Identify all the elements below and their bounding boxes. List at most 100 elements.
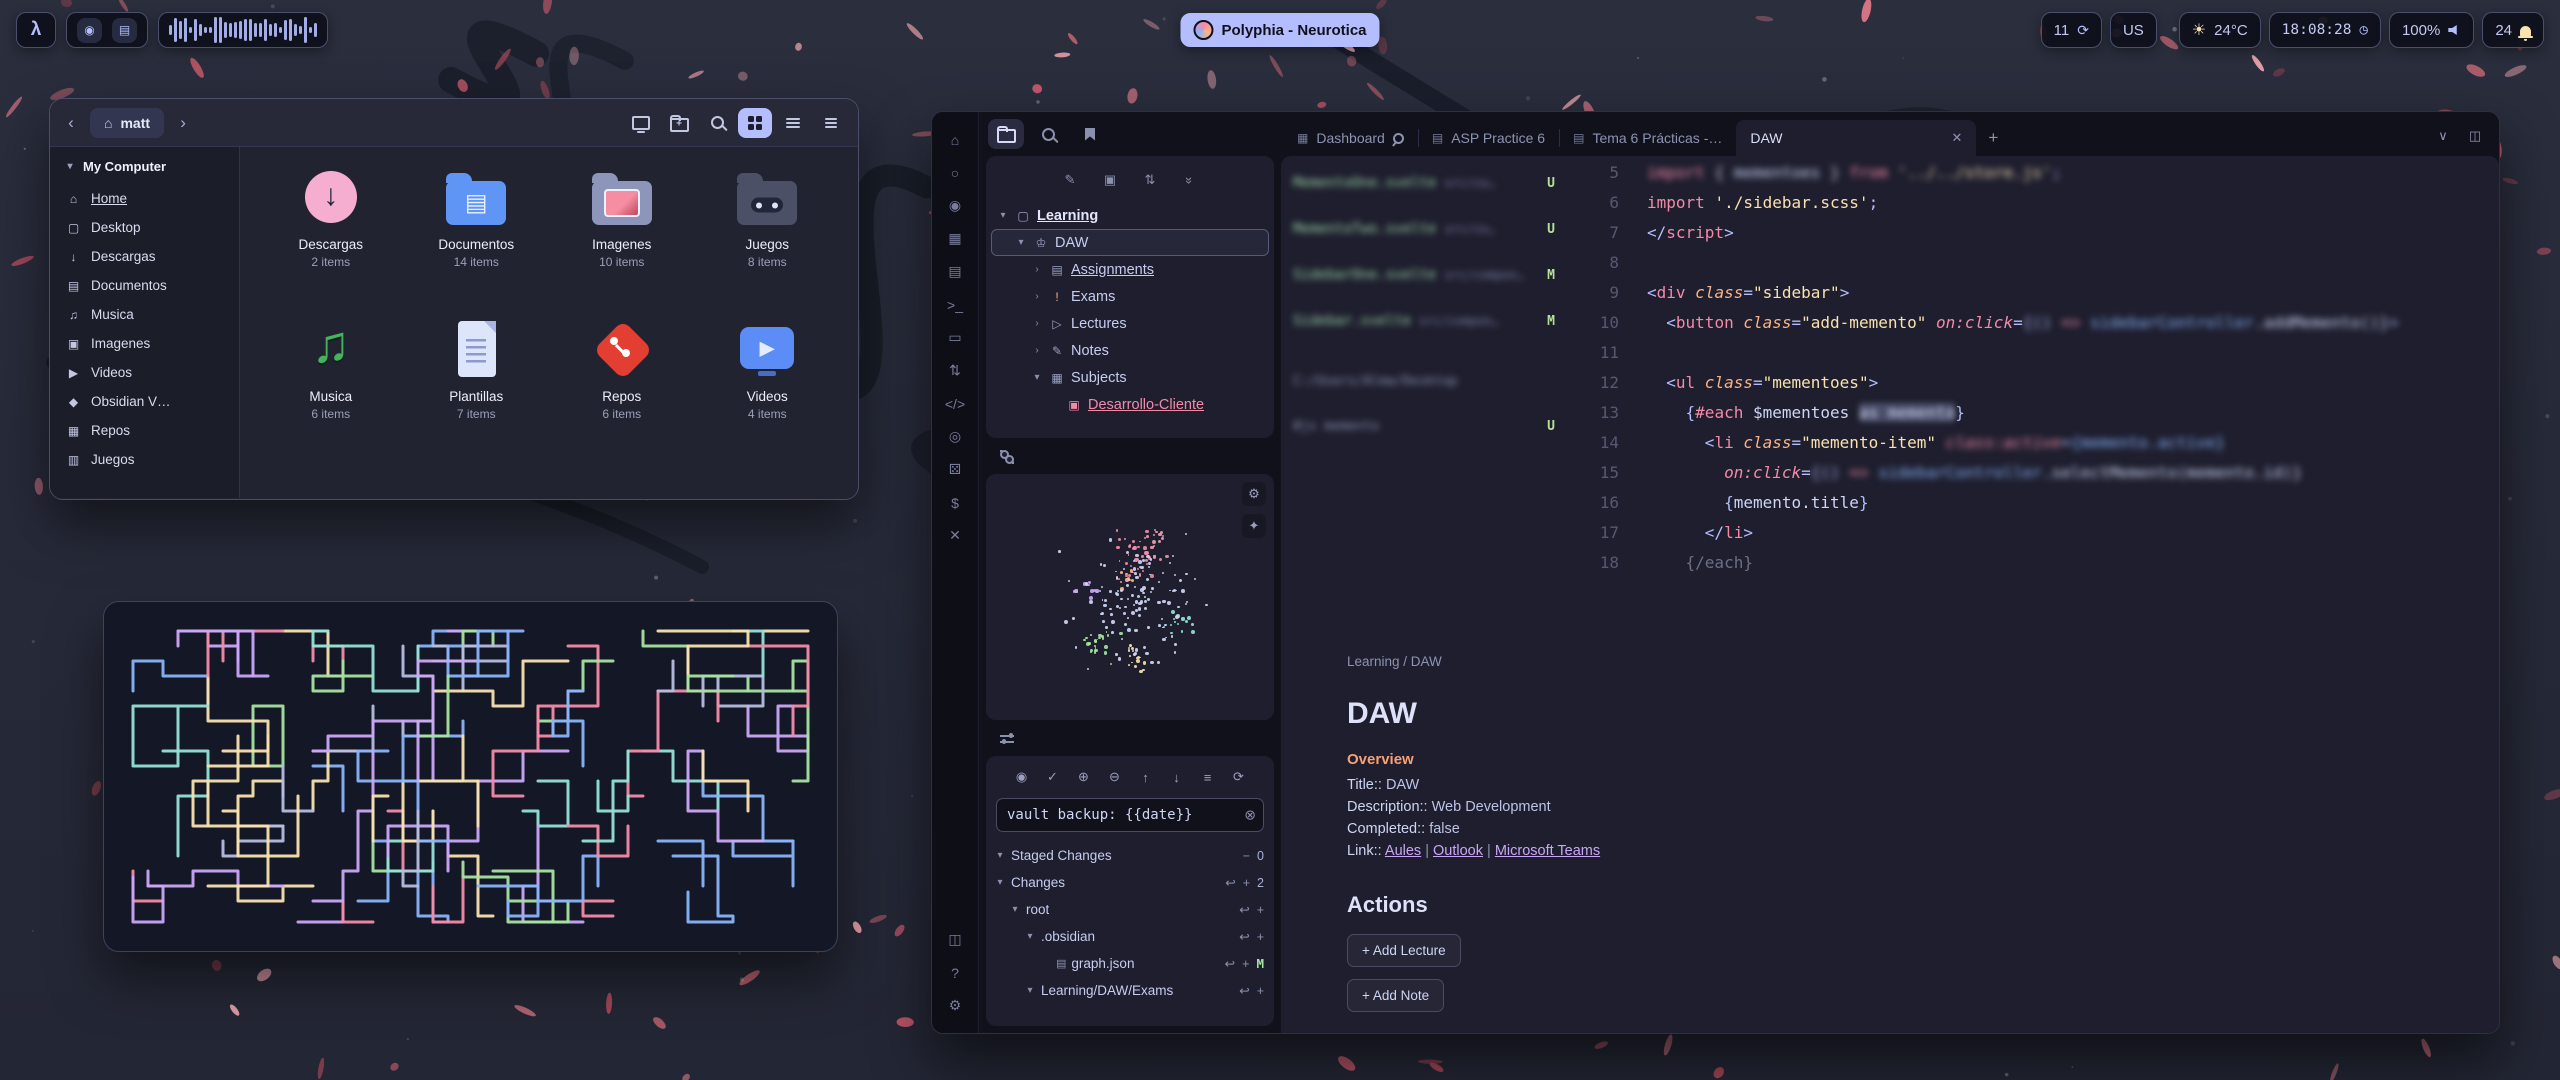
editor-pane[interactable]: MementoOne.sveltesrc/co…UMementoTwo.svel… <box>1281 156 2499 1033</box>
git-row[interactable]: ▾.obsidian↩+ <box>992 923 1268 950</box>
files-sidebar-item[interactable]: ▢Desktop <box>58 213 231 242</box>
ribbon-random-button[interactable]: ⚄ <box>938 454 972 485</box>
files-sidebar-item[interactable]: ▶Videos <box>58 358 231 387</box>
tab-daw[interactable]: DAW✕ <box>1736 120 1976 156</box>
keyboard-layout-widget[interactable]: US <box>2110 12 2157 48</box>
tab-list-button[interactable]: ∨ <box>2429 124 2457 148</box>
ribbon-camera-button[interactable]: ◎ <box>938 421 972 452</box>
explorer-item[interactable]: ›▤Assignments <box>991 256 1269 283</box>
toggle-right-sidebar-button[interactable]: ◫ <box>2461 124 2489 148</box>
collapse-all-button[interactable]: » <box>1177 168 1203 192</box>
back-button[interactable]: ‹ <box>60 113 82 133</box>
graph-canvas[interactable] <box>986 474 1274 720</box>
git-stage-all-button[interactable]: ⊕ <box>1072 766 1096 788</box>
ribbon-currency-button[interactable]: $ <box>938 487 972 518</box>
ribbon-sync-button[interactable]: ⇅ <box>938 355 972 386</box>
files-sidebar-item[interactable]: ▦Repos <box>58 416 231 445</box>
ribbon-terminal-button[interactable]: >_ <box>938 289 972 320</box>
note-link[interactable]: Aules <box>1385 843 1421 859</box>
discard-icon[interactable]: ↩ <box>1225 875 1235 890</box>
action-button[interactable]: + Add Note <box>1347 979 1444 1012</box>
files-sidebar-item[interactable]: ⌂Home <box>58 184 231 213</box>
git-row[interactable]: ▾Learning/DAW/Exams↩+ <box>992 977 1268 1004</box>
git-row[interactable]: ▾Changes↩+2 <box>992 869 1268 896</box>
notifications-widget[interactable]: 24 <box>2482 12 2544 48</box>
action-button[interactable]: + Add Lecture <box>1347 934 1461 967</box>
files-sidebar-item[interactable]: ♫Musica <box>58 300 231 329</box>
ribbon-clear-button[interactable]: ✕ <box>938 520 972 551</box>
git-commit-button[interactable]: ✓ <box>1041 766 1065 788</box>
git-push-button[interactable]: ↑ <box>1134 766 1158 788</box>
open-terminal-button[interactable] <box>624 108 658 138</box>
explorer-item[interactable]: ›✎Notes <box>991 337 1269 364</box>
ribbon-canvas-button[interactable]: ▦ <box>938 223 972 254</box>
git-unstage-all-button[interactable]: ⊖ <box>1103 766 1127 788</box>
git-refresh-button[interactable]: ⟳ <box>1227 766 1251 788</box>
discard-icon[interactable]: ↩ <box>1239 929 1249 944</box>
explorer-item[interactable]: ▾♔DAW <box>991 229 1269 256</box>
new-tab-button[interactable]: + <box>1976 120 2010 156</box>
ribbon-settings-button[interactable]: ⚙ <box>938 990 972 1021</box>
stage-icon[interactable]: + <box>1243 876 1250 890</box>
files-sidebar-item[interactable]: ▥Juegos <box>58 445 231 474</box>
notes-button[interactable]: ▤ <box>112 18 137 43</box>
folder-tile[interactable]: Juegos8 items <box>699 159 837 311</box>
ribbon-vault-switcher-button[interactable]: ◫ <box>938 924 972 955</box>
bookmarks-tab-button[interactable] <box>1072 119 1108 149</box>
explorer-item[interactable]: ›!Exams <box>991 283 1269 310</box>
unstage-icon[interactable]: − <box>1243 849 1250 863</box>
ribbon-reading-button[interactable]: ▭ <box>938 322 972 353</box>
folder-tile[interactable]: Imagenes10 items <box>553 159 691 311</box>
ribbon-code-button[interactable]: </> <box>938 388 972 419</box>
discard-icon[interactable]: ↩ <box>1225 956 1235 971</box>
tab-asp-practice-6[interactable]: ▤ASP Practice 6 <box>1418 120 1559 156</box>
clear-message-button[interactable]: ⊗ <box>1244 807 1256 824</box>
stage-icon[interactable]: + <box>1257 930 1264 944</box>
volume-widget[interactable]: 100% <box>2389 12 2474 48</box>
tab-dashboard[interactable]: ▦Dashboard <box>1283 120 1418 156</box>
new-folder-button[interactable] <box>662 108 696 138</box>
folder-tile[interactable]: ↓Descargas2 items <box>262 159 400 311</box>
activity-button[interactable]: ◉ <box>77 18 102 43</box>
explorer-item[interactable]: ›▷Lectures <box>991 310 1269 337</box>
close-tab-icon[interactable]: ✕ <box>1951 130 1962 146</box>
folder-tile[interactable]: Repos6 items <box>553 311 691 463</box>
folder-tile[interactable]: ▤Documentos14 items <box>408 159 546 311</box>
git-row[interactable]: ▤graph.json↩+M <box>992 950 1268 977</box>
git-change-layout-button[interactable]: ≡ <box>1196 766 1220 788</box>
files-tab-button[interactable] <box>988 119 1024 149</box>
folder-tile[interactable]: ▶Videos4 items <box>699 311 837 463</box>
git-backup-button[interactable]: ◉ <box>1010 766 1034 788</box>
forward-button[interactable]: › <box>172 113 194 133</box>
graph-filter-button[interactable]: ✦ <box>1242 514 1266 538</box>
explorer-item[interactable]: ▣Desarrollo-Cliente <box>991 391 1269 418</box>
commit-message-input[interactable] <box>996 798 1264 832</box>
grid-view-button[interactable] <box>738 108 772 138</box>
updates-widget[interactable]: 11⟳ <box>2041 12 2102 48</box>
discard-icon[interactable]: ↩ <box>1239 983 1249 998</box>
graph-settings-button[interactable]: ⚙ <box>1242 482 1266 506</box>
folder-tile[interactable]: ♫Musica6 items <box>262 311 400 463</box>
files-sidebar-item[interactable]: ▤Documentos <box>58 271 231 300</box>
git-row[interactable]: ▾Staged Changes−0 <box>992 842 1268 869</box>
search-tab-button[interactable] <box>1030 119 1066 149</box>
weather-widget[interactable]: ☀24°C <box>2179 12 2261 48</box>
breadcrumb[interactable]: ⌂ matt <box>90 108 164 138</box>
discard-icon[interactable]: ↩ <box>1239 902 1249 917</box>
now-playing-widget[interactable]: Polyphia - Neurotica <box>1180 13 1379 47</box>
note-link[interactable]: Microsoft Teams <box>1495 843 1600 859</box>
files-sidebar-item[interactable]: ▣Imagenes <box>58 329 231 358</box>
files-sidebar-item[interactable]: ↓Descargas <box>58 242 231 271</box>
stage-icon[interactable]: + <box>1257 984 1264 998</box>
tab-tema-6-pr-cticas-[interactable]: ▤Tema 6 Prácticas -… <box>1559 120 1736 156</box>
git-branch-button[interactable] <box>990 444 1024 470</box>
new-note-button[interactable]: ✎ <box>1057 168 1083 192</box>
git-row[interactable]: ▾root↩+ <box>992 896 1268 923</box>
search-button[interactable] <box>700 108 734 138</box>
ribbon-help-button[interactable]: ? <box>938 957 972 988</box>
sidebar-section-header[interactable]: ▾ My Computer <box>58 157 231 184</box>
folder-tile[interactable]: Plantillas7 items <box>408 311 546 463</box>
clock-widget[interactable]: 18:08:28◷ <box>2269 12 2381 48</box>
files-sidebar-item[interactable]: ◆Obsidian V… <box>58 387 231 416</box>
sort-button[interactable]: ⇅ <box>1137 168 1163 192</box>
